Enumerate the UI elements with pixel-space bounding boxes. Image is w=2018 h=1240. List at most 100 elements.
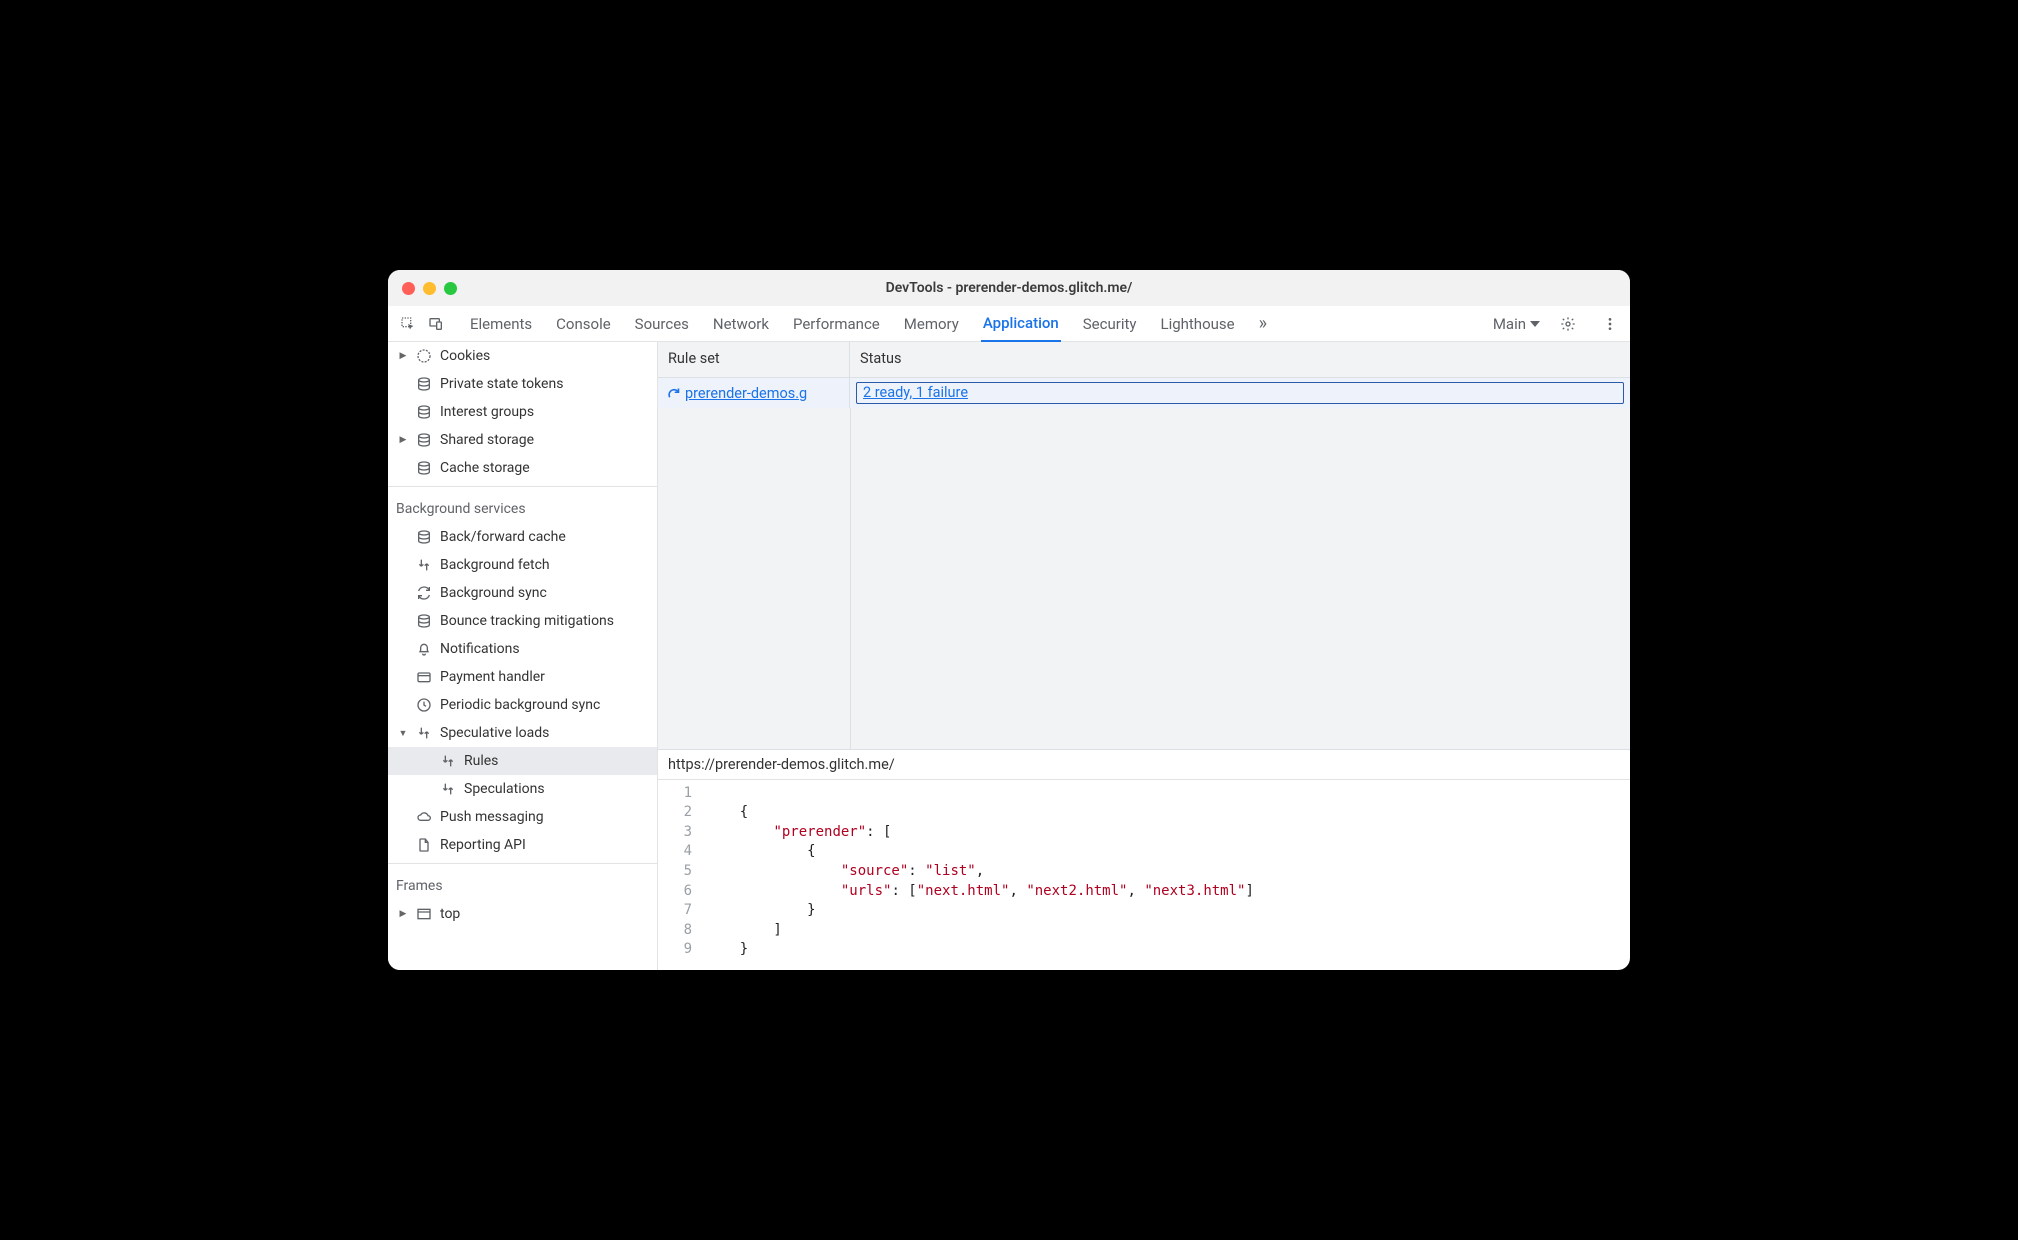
database-icon bbox=[416, 376, 432, 392]
main-toolbar: Elements Console Sources Network Perform… bbox=[388, 306, 1630, 342]
fetch-icon bbox=[416, 725, 432, 741]
database-icon bbox=[416, 460, 432, 476]
tab-security[interactable]: Security bbox=[1081, 306, 1139, 341]
divider bbox=[388, 863, 657, 864]
database-icon bbox=[416, 529, 432, 545]
tab-console[interactable]: Console bbox=[554, 306, 613, 341]
sidebar-item-shared-storage[interactable]: ▶ Shared storage bbox=[388, 426, 657, 454]
more-options-icon[interactable] bbox=[1596, 310, 1624, 338]
status-link[interactable]: 2 ready, 1 failure bbox=[856, 382, 1624, 404]
tab-sources[interactable]: Sources bbox=[633, 306, 691, 341]
chevron-right-icon: ▶ bbox=[398, 351, 408, 361]
sidebar-label: Interest groups bbox=[440, 404, 534, 420]
more-tabs-icon[interactable]: » bbox=[1257, 306, 1269, 341]
sidebar-item-rules[interactable]: Rules bbox=[388, 747, 657, 775]
chevron-down-icon: ▼ bbox=[398, 728, 408, 739]
sidebar-label: Reporting API bbox=[440, 837, 526, 853]
sidebar-label: Notifications bbox=[440, 641, 520, 657]
divider bbox=[388, 486, 657, 487]
tab-application[interactable]: Application bbox=[981, 307, 1061, 342]
sidebar-item-background-sync[interactable]: Background sync bbox=[388, 579, 657, 607]
sidebar-item-reporting-api[interactable]: Reporting API bbox=[388, 831, 657, 859]
sidebar-label: Speculations bbox=[464, 781, 545, 797]
chevron-right-icon: ▶ bbox=[398, 909, 408, 919]
panel-tabs: Elements Console Sources Network Perform… bbox=[468, 306, 1269, 341]
panel-body: ▶ Cookies Private state tokens Interest … bbox=[388, 342, 1630, 970]
sidebar-label: Cookies bbox=[440, 348, 490, 364]
cookie-icon bbox=[416, 348, 432, 364]
cloud-icon bbox=[416, 809, 432, 825]
ruleset-row[interactable]: prerender-demos.g 2 ready, 1 failure bbox=[658, 378, 1630, 408]
sidebar-item-bounce-tracking[interactable]: Bounce tracking mitigations bbox=[388, 607, 657, 635]
line-gutter: 1 2 3 4 5 6 7 8 9 bbox=[658, 784, 706, 960]
maximize-window-button[interactable] bbox=[444, 282, 457, 295]
settings-icon[interactable] bbox=[1554, 310, 1582, 338]
credit-card-icon bbox=[416, 669, 432, 685]
sidebar-label: Cache storage bbox=[440, 460, 530, 476]
database-icon bbox=[416, 613, 432, 629]
sidebar-label: top bbox=[440, 906, 460, 922]
sidebar-item-speculations[interactable]: Speculations bbox=[388, 775, 657, 803]
device-toolbar-icon[interactable] bbox=[422, 310, 450, 338]
fetch-icon bbox=[440, 781, 456, 797]
tab-memory[interactable]: Memory bbox=[902, 306, 961, 341]
traffic-lights bbox=[402, 282, 457, 295]
column-header-status[interactable]: Status bbox=[850, 342, 1630, 377]
tab-elements[interactable]: Elements bbox=[468, 306, 534, 341]
sidebar-item-cookies[interactable]: ▶ Cookies bbox=[388, 342, 657, 370]
main-content: Rule set Status prerender-demos.g 2 read… bbox=[658, 342, 1630, 970]
grid-empty-area bbox=[658, 408, 1630, 750]
code-content[interactable]: { "prerender": [ { "source": "list", "ur… bbox=[706, 784, 1630, 960]
sidebar-label: Shared storage bbox=[440, 432, 534, 448]
ruleset-grid-header: Rule set Status bbox=[658, 342, 1630, 378]
sidebar-label: Background fetch bbox=[440, 557, 550, 573]
sidebar-label: Rules bbox=[464, 753, 498, 769]
fetch-icon bbox=[416, 557, 432, 573]
sync-icon bbox=[416, 585, 432, 601]
titlebar: DevTools - prerender-demos.glitch.me/ bbox=[388, 270, 1630, 306]
sidebar-item-bf-cache[interactable]: Back/forward cache bbox=[388, 523, 657, 551]
sidebar-label: Speculative loads bbox=[440, 725, 549, 741]
sidebar-label: Bounce tracking mitigations bbox=[440, 613, 614, 629]
tab-network[interactable]: Network bbox=[711, 306, 771, 341]
sidebar-item-notifications[interactable]: Notifications bbox=[388, 635, 657, 663]
sidebar-item-frame-top[interactable]: ▶ top bbox=[388, 900, 657, 928]
sidebar-item-push-messaging[interactable]: Push messaging bbox=[388, 803, 657, 831]
application-sidebar: ▶ Cookies Private state tokens Interest … bbox=[388, 342, 658, 970]
sidebar-item-background-fetch[interactable]: Background fetch bbox=[388, 551, 657, 579]
minimize-window-button[interactable] bbox=[423, 282, 436, 295]
database-icon bbox=[416, 432, 432, 448]
database-icon bbox=[416, 404, 432, 420]
section-background-services: Background services bbox=[388, 491, 657, 523]
document-icon bbox=[416, 837, 432, 853]
chevron-right-icon: ▶ bbox=[398, 435, 408, 445]
column-header-ruleset[interactable]: Rule set bbox=[658, 342, 850, 377]
sidebar-label: Push messaging bbox=[440, 809, 544, 825]
frame-selector-label: Main bbox=[1493, 315, 1526, 333]
frame-selector[interactable]: Main bbox=[1493, 315, 1540, 333]
devtools-window: DevTools - prerender-demos.glitch.me/ El… bbox=[388, 270, 1630, 970]
sidebar-item-cache-storage[interactable]: Cache storage bbox=[388, 454, 657, 482]
sidebar-label: Private state tokens bbox=[440, 376, 563, 392]
sidebar-item-interest-groups[interactable]: Interest groups bbox=[388, 398, 657, 426]
sidebar-label: Periodic background sync bbox=[440, 697, 600, 713]
sidebar-label: Background sync bbox=[440, 585, 547, 601]
sidebar-item-periodic-bg-sync[interactable]: Periodic background sync bbox=[388, 691, 657, 719]
code-view: 1 2 3 4 5 6 7 8 9 { "prerender": [ { "so… bbox=[658, 780, 1630, 970]
ruleset-link[interactable]: prerender-demos.g bbox=[685, 385, 807, 402]
sidebar-label: Back/forward cache bbox=[440, 529, 566, 545]
tab-lighthouse[interactable]: Lighthouse bbox=[1158, 306, 1236, 341]
section-frames: Frames bbox=[388, 868, 657, 900]
tab-performance[interactable]: Performance bbox=[791, 306, 882, 341]
fetch-icon bbox=[440, 753, 456, 769]
detail-url: https://prerender-demos.glitch.me/ bbox=[658, 750, 1630, 780]
close-window-button[interactable] bbox=[402, 282, 415, 295]
bell-icon bbox=[416, 641, 432, 657]
inspect-element-icon[interactable] bbox=[394, 310, 422, 338]
chevron-down-icon bbox=[1530, 321, 1540, 327]
sidebar-item-speculative-loads[interactable]: ▼ Speculative loads bbox=[388, 719, 657, 747]
sidebar-item-payment-handler[interactable]: Payment handler bbox=[388, 663, 657, 691]
refresh-icon bbox=[666, 386, 681, 401]
sidebar-item-private-state-tokens[interactable]: Private state tokens bbox=[388, 370, 657, 398]
clock-icon bbox=[416, 697, 432, 713]
